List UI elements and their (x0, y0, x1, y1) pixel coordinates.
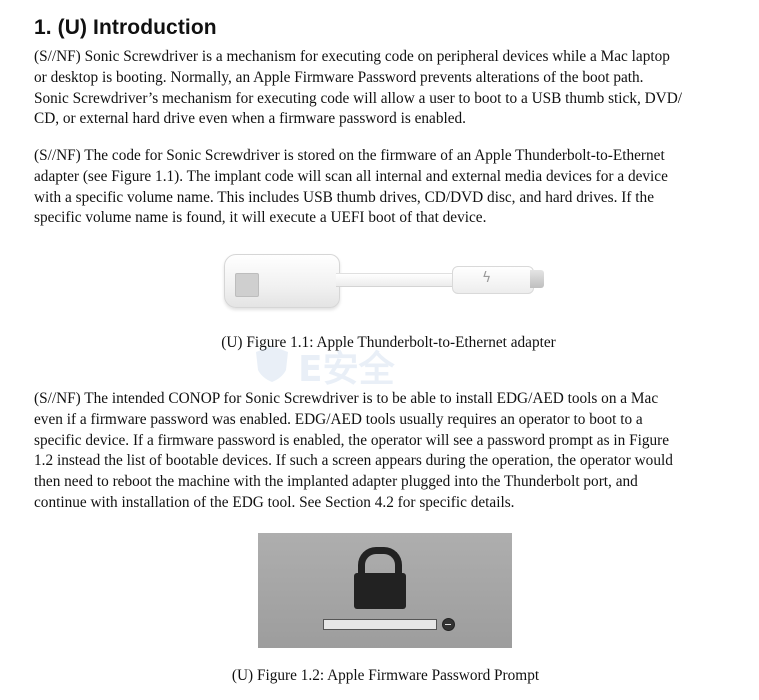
paragraph-line: even if a firmware password was enabled.… (34, 410, 643, 428)
paragraph-line: specific device. If a firmware password … (34, 431, 670, 449)
paragraph-line: (S//NF) Sonic Screwdriver is a mechanism… (34, 48, 670, 65)
paragraph-line: then need to reboot the machine with the… (34, 473, 638, 491)
arrow-circle-icon (442, 618, 455, 631)
paragraph-1: (S//NF) Sonic Screwdriver is a mechanism… (34, 47, 739, 130)
plug-tip (530, 270, 544, 288)
password-field (323, 619, 437, 630)
paragraph-3: (S//NF) The intended CONOP for Sonic Scr… (34, 389, 739, 514)
paragraph-2: (S//NF) The code for Sonic Screwdriver i… (34, 146, 739, 229)
figure-thunderbolt-adapter: ϟ (218, 248, 553, 318)
paragraph-line: CD, or external hard drive even when a f… (34, 110, 466, 128)
paragraph-line: Sonic Screwdriver’s mechanism for execut… (34, 89, 683, 107)
paragraph-line: continue with installation of the EDG to… (34, 493, 515, 511)
adapter-body (224, 254, 340, 308)
paragraph-line: specific volume name is found, it will e… (34, 209, 487, 227)
paragraph-line: 1.2 instead the list of bootable devices… (34, 452, 673, 470)
ethernet-port (235, 273, 259, 297)
paragraph-line: or desktop is booting. Normally, an Appl… (34, 68, 644, 86)
paragraph-line: adapter (see Figure 1.1). The implant co… (34, 167, 668, 185)
figure-password-prompt (258, 533, 512, 648)
thunderbolt-plug (452, 266, 534, 294)
paragraph-line: with a specific volume name. This includ… (34, 188, 654, 206)
figure-1-caption: (U) Figure 1.1: Apple Thunderbolt-to-Eth… (221, 334, 556, 351)
figure-2-caption: (U) Figure 1.2: Apple Firmware Password … (231, 667, 540, 684)
lock-icon (354, 573, 406, 609)
section-heading: 1. (U) Introduction (34, 16, 217, 39)
adapter-cable (336, 273, 456, 287)
paragraph-line: (S//NF) The intended CONOP for Sonic Scr… (34, 390, 659, 407)
thunderbolt-icon: ϟ (482, 270, 492, 286)
paragraph-line: (S//NF) The code for Sonic Screwdriver i… (34, 147, 665, 164)
